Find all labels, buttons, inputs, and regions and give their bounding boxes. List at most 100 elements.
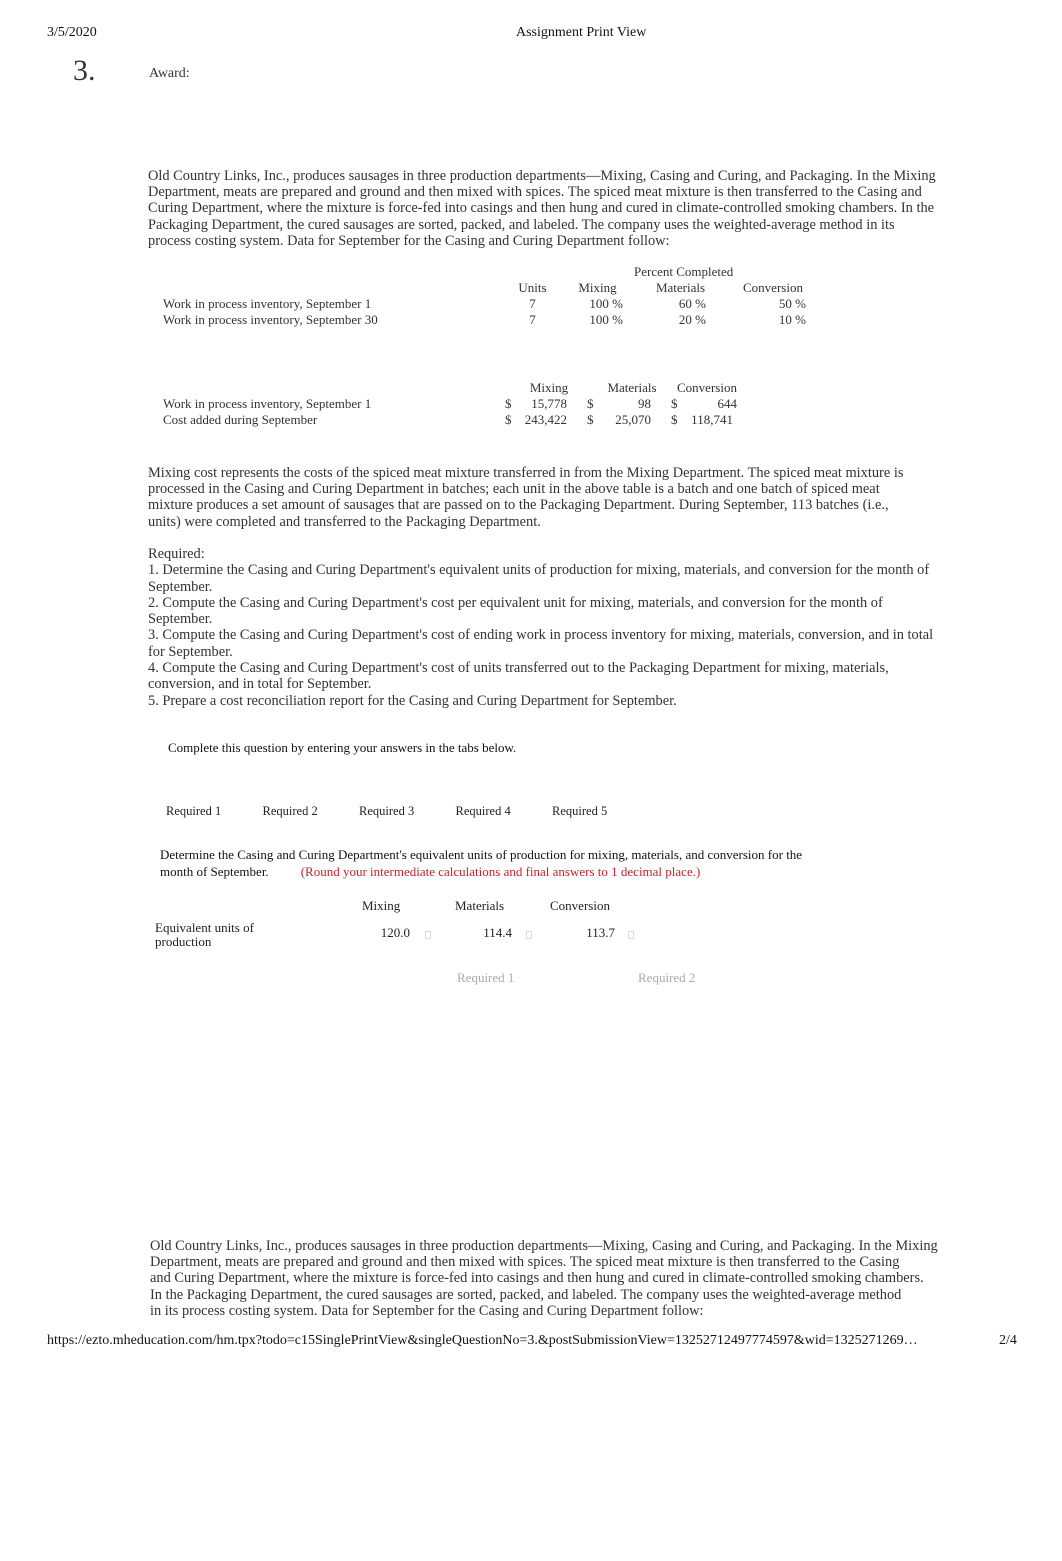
page-title: Assignment Print View — [516, 25, 647, 40]
intro-line: Curing Department, where the mixture is … — [148, 200, 935, 217]
intro-line: Old Country Links, Inc., produces sausag… — [150, 1238, 938, 1254]
rounding-note: (Round your intermediate calculations an… — [300, 864, 701, 879]
row-label: Work in process inventory, September 1 — [163, 296, 372, 311]
mixing-line: units) were completed and transferred to… — [148, 513, 541, 530]
answer-status-icon — [526, 931, 532, 939]
page-number: 2/4 — [999, 1333, 1017, 1348]
required-item: for September. — [148, 643, 233, 660]
award-label: Award: — [149, 66, 190, 81]
answer-row-label: Equivalent units of production — [155, 921, 285, 949]
col-header-mixing: Mixing — [529, 380, 569, 395]
required-item: 1. Determine the Casing and Curing Depar… — [148, 562, 930, 579]
col-header-units: Units — [518, 280, 547, 295]
conversion-equivalent-units-input[interactable]: 113.7 — [555, 925, 615, 941]
intro-paragraph: Old Country Links, Inc., produces sausag… — [148, 168, 938, 249]
task-line-2: month of September. (Round your intermedi… — [160, 863, 840, 880]
required-item: 2. Compute the Casing and Curing Departm… — [148, 594, 883, 611]
materials-cost: 25,070 — [615, 412, 651, 427]
required-item: September. — [148, 578, 213, 595]
tab-required-4[interactable]: Required 4 — [456, 804, 553, 819]
currency-symbol: $ — [587, 412, 594, 427]
col-header-materials: Materials — [607, 380, 657, 395]
mixing-equivalent-units-input[interactable]: 120.0 — [350, 925, 410, 941]
required-list: Required: 1. Determine the Casing and Cu… — [148, 546, 938, 709]
tab-required-1[interactable]: Required 1 — [166, 804, 263, 819]
required-tabs: Required 1 Required 2 Required 3 Require… — [166, 804, 649, 819]
task-description: Determine the Casing and Curing Departme… — [160, 846, 840, 880]
currency-symbol: $ — [505, 412, 512, 427]
footer-url: https://ezto.mheducation.com/hm.tpx?todo… — [47, 1333, 918, 1348]
answer-status-icon — [628, 931, 634, 939]
answer-col-header-materials: Materials — [455, 898, 505, 913]
percent-completed-header: Percent Completed — [634, 264, 734, 279]
units-value: 7 — [529, 312, 536, 327]
col-header-mixing: Mixing — [578, 280, 617, 295]
col-header-materials: Materials — [655, 280, 706, 295]
row-label: Work in process inventory, September 30 — [163, 312, 378, 327]
task-line: Determine the Casing and Curing Departme… — [160, 847, 803, 862]
intro-line: Old Country Links, Inc., produces sausag… — [148, 168, 936, 184]
materials-equivalent-units-input[interactable]: 114.4 — [452, 925, 512, 941]
col-header-conversion: Conversion — [743, 280, 803, 295]
currency-symbol: $ — [671, 412, 678, 427]
materials-percent: 60 % — [678, 296, 706, 311]
repeat-intro-paragraph: Old Country Links, Inc., produces sausag… — [150, 1238, 950, 1319]
row-label: Cost added during September — [163, 412, 318, 427]
units-value: 7 — [529, 296, 536, 311]
cost-table: Mixing Materials Conversion Work in proc… — [163, 380, 737, 428]
mixing-line: mixture produces a set amount of sausage… — [148, 497, 889, 514]
intro-line: In the Packaging Department, the cured s… — [150, 1286, 902, 1303]
tab-required-3[interactable]: Required 3 — [359, 804, 456, 819]
next-required-button[interactable]: Required 2 — [638, 970, 695, 986]
row-label-line: Equivalent units of — [155, 920, 254, 935]
print-date: 3/5/2020 — [47, 25, 97, 40]
conversion-cost: 118,741 — [691, 412, 733, 427]
table-row: Work in process inventory, September 30 … — [163, 312, 818, 328]
answer-col-header-conversion: Conversion — [550, 898, 610, 913]
materials-percent: 20 % — [678, 312, 706, 327]
percent-completed-table: Units Mixing Materials Conversion Work i… — [163, 280, 818, 328]
conversion-percent: 10 % — [778, 312, 806, 327]
currency-symbol: $ — [587, 396, 594, 411]
mixing-line: Mixing cost represents the costs of the … — [148, 465, 904, 481]
required-item: conversion, and in total for September. — [148, 676, 372, 693]
mixing-cost: 15,778 — [531, 396, 567, 411]
table-row: Work in process inventory, September 1 $… — [163, 396, 737, 412]
table-header-row: Mixing Materials Conversion — [163, 380, 737, 396]
mixing-percent: 100 % — [589, 296, 623, 311]
required-item: 5. Prepare a cost reconciliation report … — [148, 692, 677, 709]
task-line: month of September. — [160, 864, 269, 879]
intro-line: and Curing Department, where the mixture… — [150, 1270, 924, 1287]
table-row: Cost added during September $ 243,422 $ … — [163, 412, 737, 428]
answer-status-icon — [425, 931, 431, 939]
question-number: 3. — [73, 54, 96, 87]
mixing-line: processed in the Casing and Curing Depar… — [148, 481, 880, 498]
required-item: 3. Compute the Casing and Curing Departm… — [148, 627, 934, 644]
answer-col-header-mixing: Mixing — [362, 898, 401, 913]
conversion-percent: 50 % — [778, 296, 806, 311]
conversion-cost: 644 — [717, 396, 737, 411]
table-row: Work in process inventory, September 1 7… — [163, 296, 818, 312]
mixing-percent: 100 % — [589, 312, 623, 327]
materials-cost: 98 — [638, 396, 651, 411]
row-label-line: production — [155, 934, 212, 949]
mixing-cost: 243,422 — [524, 412, 567, 427]
currency-symbol: $ — [671, 396, 678, 411]
intro-line: process costing system. Data for Septemb… — [148, 232, 670, 249]
intro-line: Department, meats are prepared and groun… — [150, 1254, 900, 1271]
required-heading: Required: — [148, 546, 205, 562]
intro-line: Department, meats are prepared and groun… — [148, 184, 922, 201]
prev-required-button[interactable]: Required 1 — [457, 970, 514, 986]
currency-symbol: $ — [505, 396, 512, 411]
intro-line: in its process costing system. Data for … — [150, 1302, 704, 1319]
tab-required-5[interactable]: Required 5 — [552, 804, 649, 819]
instructions-text: Complete this question by entering your … — [168, 740, 517, 755]
col-header-conversion: Conversion — [677, 380, 737, 395]
intro-line: Packaging Department, the cured sausages… — [148, 216, 895, 233]
row-label: Work in process inventory, September 1 — [163, 396, 372, 411]
mixing-paragraph: Mixing cost represents the costs of the … — [148, 465, 938, 530]
required-item: 4. Compute the Casing and Curing Departm… — [148, 660, 889, 677]
required-item: September. — [148, 611, 213, 628]
tab-required-2[interactable]: Required 2 — [263, 804, 360, 819]
table-header-row: Units Mixing Materials Conversion — [163, 280, 818, 296]
